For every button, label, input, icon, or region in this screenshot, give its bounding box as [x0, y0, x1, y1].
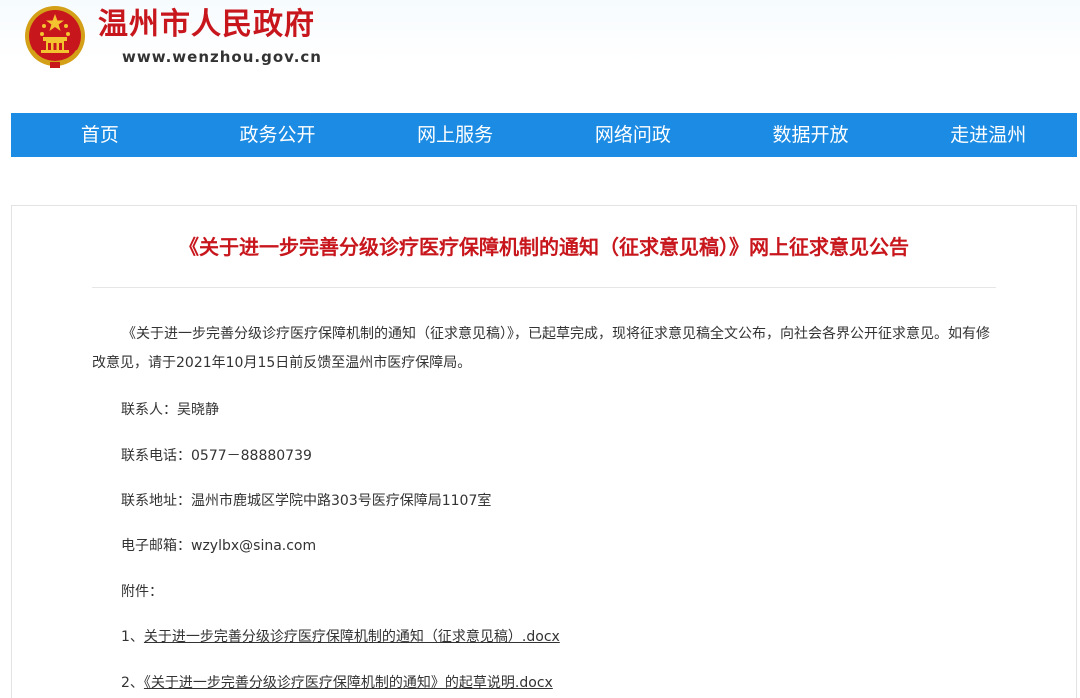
email-value: wzylbx@sina.com	[191, 538, 317, 554]
nav-item-online-services[interactable]: 网上服务	[366, 113, 544, 157]
nav-item-open-data[interactable]: 数据开放	[722, 113, 900, 157]
email-label: 电子邮箱：	[121, 538, 191, 554]
site-url: www.wenzhou.gov.cn	[122, 48, 322, 66]
contact-phone: 联系电话：0577－88880739	[121, 448, 312, 464]
page: 温州市人民政府 www.wenzhou.gov.cn 首页 政务公开 网上服务 …	[0, 0, 1080, 698]
site-header: 温州市人民政府 www.wenzhou.gov.cn	[0, 0, 1080, 112]
attachment-index: 2、	[121, 675, 144, 691]
attachments-label: 附件：	[121, 584, 163, 600]
national-emblem-icon[interactable]	[22, 4, 88, 70]
contact-person: 联系人：吴晓静	[121, 402, 219, 418]
attachment-item: 1、关于进一步完善分级诊疗医疗保障机制的通知（征求意见稿）.docx	[121, 627, 560, 647]
main-nav: 首页 政务公开 网上服务 网络问政 数据开放 走进温州	[11, 113, 1077, 157]
nav-item-online-inquiry[interactable]: 网络问政	[544, 113, 722, 157]
title-divider	[92, 287, 996, 288]
site-title: 温州市人民政府	[98, 7, 315, 42]
attachment-item: 2、《关于进一步完善分级诊疗医疗保障机制的通知》的起草说明.docx	[121, 673, 553, 693]
attachment-link[interactable]: 《关于进一步完善分级诊疗医疗保障机制的通知》的起草说明.docx	[144, 675, 553, 691]
article-title: 《关于进一步完善分级诊疗医疗保障机制的通知（征求意见稿）》网上征求意见公告	[179, 235, 909, 259]
contact-address: 联系地址：温州市鹿城区学院中路303号医疗保障局1107室	[121, 493, 492, 509]
contact-email: 电子邮箱：wzylbx@sina.com	[121, 536, 316, 556]
nav-item-government-affairs[interactable]: 政务公开	[189, 113, 367, 157]
nav-item-home[interactable]: 首页	[11, 113, 189, 157]
article-intro: 《关于进一步完善分级诊疗医疗保障机制的通知（征求意见稿）》，已起草完成，现将征求…	[92, 326, 990, 371]
attachment-link[interactable]: 关于进一步完善分级诊疗医疗保障机制的通知（征求意见稿）.docx	[144, 629, 560, 645]
article-container: 《关于进一步完善分级诊疗医疗保障机制的通知（征求意见稿）》网上征求意见公告 《关…	[11, 205, 1077, 698]
attachment-index: 1、	[121, 629, 144, 645]
nav-item-about-wenzhou[interactable]: 走进温州	[899, 113, 1077, 157]
